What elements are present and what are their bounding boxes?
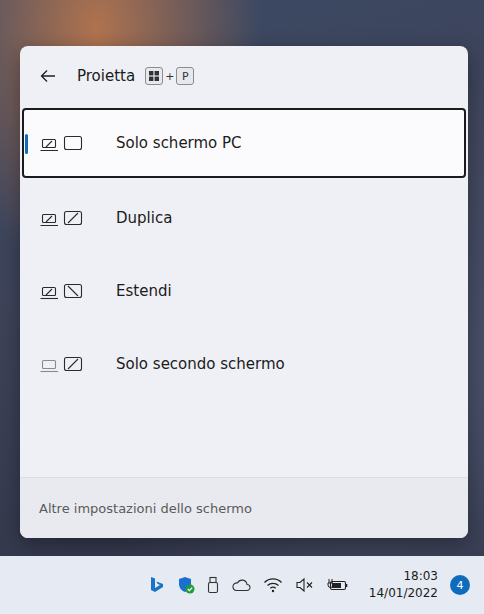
project-flyout: Proietta+PSolo schermo PCDuplicaEstendiS… bbox=[20, 46, 468, 538]
back-arrow-icon[interactable] bbox=[39, 67, 57, 85]
shortcut-plus: + bbox=[165, 70, 174, 83]
option-label: Duplica bbox=[116, 209, 172, 227]
display-mode-icon bbox=[40, 208, 84, 228]
p-key: P bbox=[176, 67, 194, 85]
windows-key bbox=[145, 67, 163, 85]
option-label: Solo schermo PC bbox=[116, 134, 242, 152]
clock[interactable]: 18:0314/01/2022 bbox=[369, 568, 438, 602]
desktop: Proietta+PSolo schermo PCDuplicaEstendiS… bbox=[0, 0, 484, 614]
display-mode-icon bbox=[40, 133, 84, 153]
option-row[interactable]: Solo secondo schermo bbox=[22, 327, 466, 400]
display-mode-icon bbox=[40, 281, 84, 301]
usb-drive-icon[interactable] bbox=[207, 576, 219, 594]
onedrive-cloud-icon[interactable] bbox=[231, 578, 251, 592]
flyout-footer: Altre impostazioni dello schermo bbox=[20, 477, 468, 538]
defender-shield-icon[interactable] bbox=[177, 576, 195, 594]
display-mode-icon bbox=[40, 354, 84, 374]
notification-badge[interactable]: 4 bbox=[450, 575, 470, 595]
option-label: Solo secondo schermo bbox=[116, 355, 285, 373]
shortcut: +P bbox=[145, 67, 194, 85]
flyout-title: Proietta bbox=[77, 67, 135, 85]
clock-date: 14/01/2022 bbox=[369, 585, 438, 602]
speaker-icon[interactable] bbox=[295, 577, 315, 593]
option-list: Solo schermo PC Duplica Estendi Solo second… bbox=[20, 108, 468, 477]
flyout-header: Proietta +P bbox=[20, 46, 468, 108]
wifi-icon[interactable] bbox=[263, 577, 283, 593]
option-row[interactable]: Duplica bbox=[22, 181, 466, 254]
more-display-settings-link[interactable]: Altre impostazioni dello schermo bbox=[39, 501, 252, 516]
option-row[interactable]: Estendi bbox=[22, 254, 466, 327]
windows-logo-icon bbox=[149, 71, 159, 81]
system-tray bbox=[149, 576, 349, 594]
selection-accent bbox=[25, 134, 28, 154]
battery-charging-icon[interactable] bbox=[327, 577, 349, 593]
option-row[interactable]: Solo schermo PC bbox=[22, 108, 466, 178]
option-label: Estendi bbox=[116, 282, 172, 300]
bing-icon[interactable] bbox=[149, 576, 165, 594]
clock-time: 18:03 bbox=[403, 568, 438, 585]
taskbar: 18:0314/01/2022 4 bbox=[0, 556, 484, 614]
